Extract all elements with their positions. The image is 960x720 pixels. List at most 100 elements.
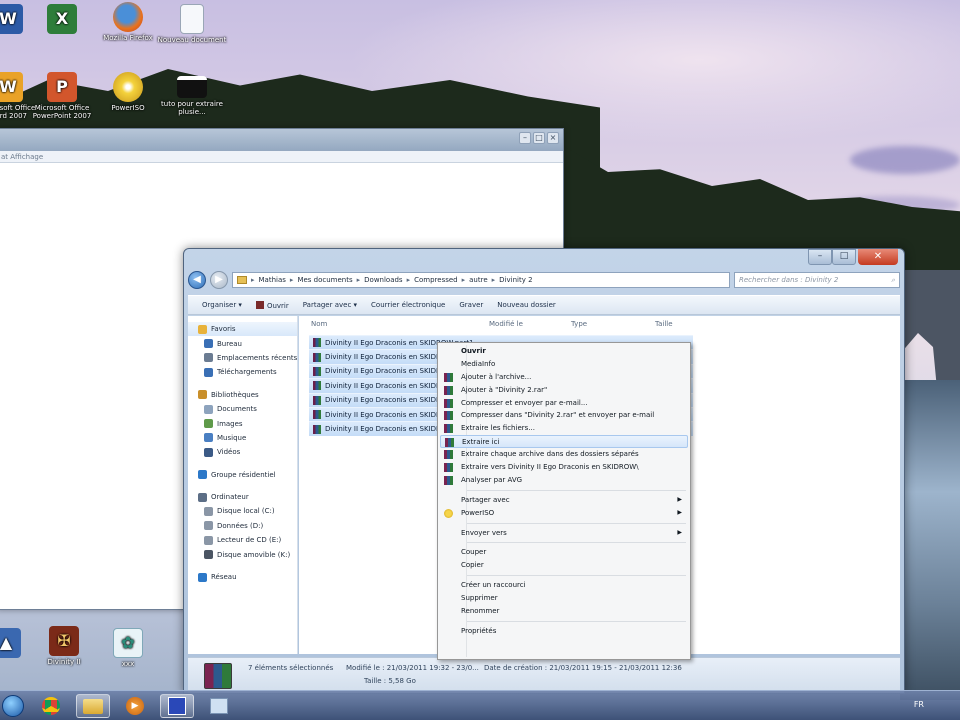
nav-item[interactable]: Groupe résidentiel <box>188 468 297 482</box>
menu-bar[interactable]: at Affichage <box>0 151 563 163</box>
nav-item[interactable]: Emplacements récents <box>188 351 297 365</box>
nav-item[interactable]: Favoris <box>188 322 297 337</box>
new-folder-button[interactable]: Nouveau dossier <box>497 301 556 309</box>
taskbar-explorer[interactable] <box>76 694 110 718</box>
winrar-icon <box>313 366 321 376</box>
language-indicator[interactable]: FR <box>914 700 924 709</box>
column-header-type[interactable]: Type <box>571 320 587 328</box>
menu-separator <box>466 620 686 622</box>
context-menu-item[interactable]: Extraire chaque archive dans des dossier… <box>440 448 688 461</box>
nav-item-icon <box>204 506 213 516</box>
nav-item[interactable]: Téléchargements <box>188 365 297 379</box>
nav-item[interactable]: Lecteur de CD (E:) <box>188 533 297 547</box>
taskbar-app[interactable] <box>160 694 194 718</box>
context-menu-item[interactable]: MediaInfo <box>440 358 688 371</box>
breadcrumb-item[interactable]: Mathias <box>259 276 286 284</box>
context-menu-item[interactable]: Créer un raccourci <box>440 579 688 592</box>
breadcrumb-separator-icon[interactable]: ▸ <box>290 276 294 284</box>
nav-item[interactable]: Réseau <box>188 570 297 584</box>
minimize-button[interactable]: – <box>808 249 832 265</box>
column-header-size[interactable]: Taille <box>655 320 673 328</box>
context-menu-item[interactable]: Partager avec ▶ <box>440 494 688 507</box>
nav-item[interactable]: Données (D:) <box>188 519 297 533</box>
forward-arrow-icon[interactable]: ▶ <box>210 271 228 289</box>
start-button[interactable] <box>0 694 30 718</box>
breadcrumb-separator-icon[interactable]: ▸ <box>407 276 411 284</box>
breadcrumb-item[interactable]: Downloads <box>364 276 402 284</box>
winrar-icon <box>313 424 321 434</box>
context-menu-item[interactable]: Compresser dans "Divinity 2.rar" et envo… <box>440 409 688 422</box>
nav-item-icon <box>204 535 213 545</box>
nav-item[interactable]: Vidéos <box>188 445 297 459</box>
breadcrumb-item[interactable]: Divinity 2 <box>499 276 532 284</box>
address-bar[interactable]: ▸ Mathias ▸ Mes documents ▸ Downloads ▸ Compres… <box>232 272 730 288</box>
menu-item-label: Supprimer <box>461 594 498 603</box>
maximize-button[interactable]: □ <box>832 249 856 265</box>
nav-item[interactable]: Images <box>188 416 297 430</box>
context-menu-item[interactable]: Compresser et envoyer par e-mail... <box>440 397 688 410</box>
breadcrumb-separator-icon[interactable]: ▸ <box>357 276 361 284</box>
context-menu-item[interactable]: Envoyer vers ▶ <box>440 527 688 540</box>
column-header-modified[interactable]: Modifié le <box>489 320 523 328</box>
menu-item-label: Copier <box>461 561 484 570</box>
nav-item[interactable]: Ordinateur <box>188 490 297 504</box>
share-button[interactable]: Partager avec ▾ <box>303 301 357 309</box>
nav-item-label: Vidéos <box>217 448 241 457</box>
search-input[interactable]: Rechercher dans : Divinity 2 ⌕ <box>734 272 900 288</box>
menu-item-label: Ajouter à l'archive... <box>461 372 532 381</box>
address-row: ◀ ▶ ▸ Mathias ▸ Mes documents ▸ Downloads ▸ Com… <box>188 269 900 291</box>
taskbar-window[interactable] <box>202 694 236 718</box>
column-header-name[interactable]: Nom <box>311 320 327 328</box>
context-menu-item[interactable]: Renommer <box>440 605 688 618</box>
winrar-icon <box>444 450 453 460</box>
desktop-icon-excel[interactable]: X <box>26 4 98 36</box>
desktop-icon-partial[interactable]: ▲ <box>0 628 42 660</box>
close-button[interactable]: ✕ <box>858 249 898 265</box>
powerpoint-icon: P <box>47 72 77 102</box>
context-menu-item[interactable]: Extraire ici <box>440 435 688 449</box>
breadcrumb-separator-icon[interactable]: ▸ <box>251 276 255 284</box>
breadcrumb-item[interactable]: autre <box>469 276 488 284</box>
maximize-icon[interactable]: □ <box>533 132 545 144</box>
nav-item[interactable]: Disque amovible (K:) <box>188 547 297 561</box>
context-menu-item[interactable]: Ajouter à "Divinity 2.rar" <box>440 384 688 397</box>
folder-icon <box>83 698 103 714</box>
context-menu-item[interactable]: Ajouter à l'archive... <box>440 371 688 384</box>
breadcrumb-separator-icon[interactable]: ▸ <box>462 276 466 284</box>
desktop-icon-powerpoint[interactable]: P Microsoft Office PowerPoint 2007 <box>26 72 98 120</box>
organize-button[interactable]: Organiser ▾ <box>202 301 242 309</box>
nav-item[interactable]: Bibliothèques <box>188 388 297 402</box>
desktop-icon-document[interactable]: Nouveau document <box>156 4 228 44</box>
desktop-icon-video[interactable]: tuto pour extraire plusie... <box>156 76 228 116</box>
taskbar-chrome[interactable] <box>34 694 68 718</box>
context-menu-item[interactable]: Extraire les fichiers... <box>440 422 688 435</box>
context-menu-item[interactable]: Extraire vers Divinity II Ego Draconis e… <box>440 461 688 474</box>
nav-item[interactable]: Musique <box>188 431 297 445</box>
context-menu-item[interactable]: Supprimer <box>440 592 688 605</box>
open-button[interactable]: Ouvrir <box>255 300 289 310</box>
desktop-icon-firefox[interactable]: Mozilla Firefox <box>92 2 164 42</box>
context-menu-item[interactable]: Ouvrir <box>440 345 688 358</box>
breadcrumb-item[interactable]: Compressed <box>414 276 458 284</box>
close-icon[interactable]: × <box>547 132 559 144</box>
nav-item-label: Favoris <box>211 325 236 334</box>
back-arrow-icon[interactable]: ◀ <box>188 271 206 289</box>
taskbar-media[interactable]: ▶ <box>118 694 152 718</box>
context-menu-item[interactable]: Propriétés <box>440 625 688 638</box>
context-menu-item[interactable]: Couper <box>440 546 688 559</box>
nav-item[interactable]: Documents <box>188 402 297 416</box>
burn-button[interactable]: Graver <box>459 301 483 309</box>
context-menu-item[interactable]: PowerISO ▶ <box>440 507 688 520</box>
context-menu-item[interactable]: Copier <box>440 559 688 572</box>
minimize-icon[interactable]: – <box>519 132 531 144</box>
email-button[interactable]: Courrier électronique <box>371 301 445 309</box>
nav-item[interactable]: Disque local (C:) <box>188 504 297 518</box>
desktop-icon-shortcut[interactable]: ✿ xxx <box>92 628 164 668</box>
breadcrumb-separator-icon[interactable]: ▸ <box>492 276 496 284</box>
context-menu-item[interactable]: Analyser par AVG <box>440 474 688 487</box>
breadcrumb-item[interactable]: Mes documents <box>297 276 352 284</box>
window-titlebar[interactable]: – □ × <box>0 129 563 151</box>
desktop-icon-poweriso[interactable]: PowerISO <box>92 72 164 112</box>
nav-item[interactable]: Bureau <box>188 336 297 350</box>
